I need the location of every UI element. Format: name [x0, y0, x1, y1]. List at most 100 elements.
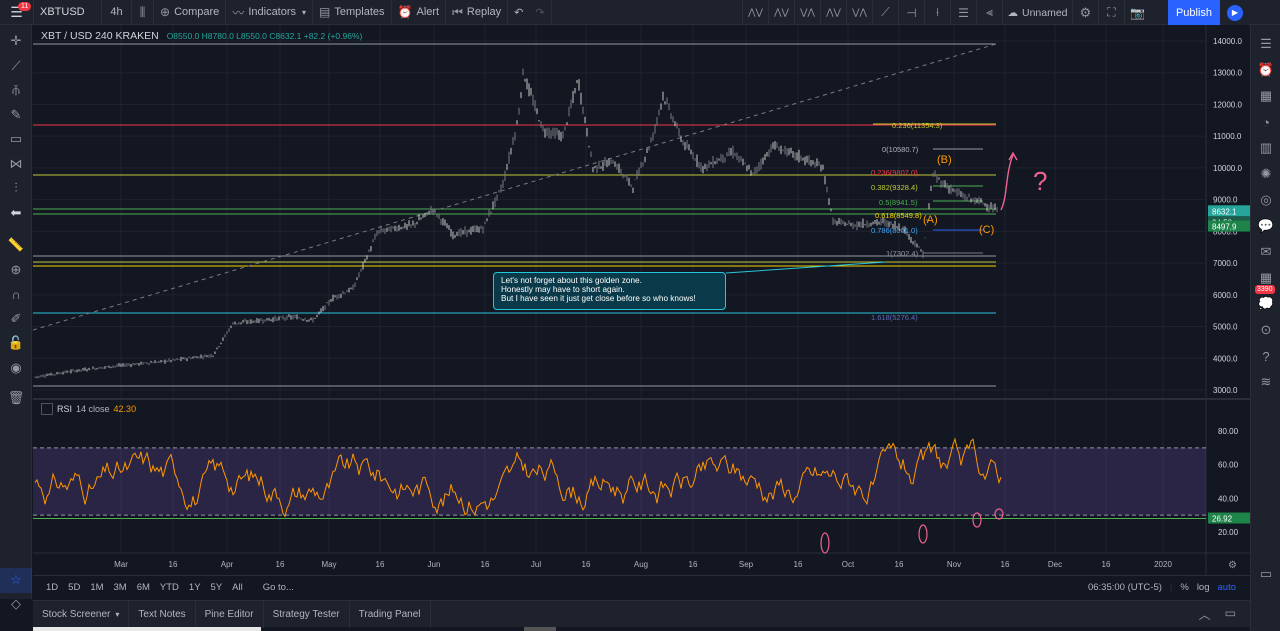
- magnet-icon[interactable]: ∩: [0, 282, 32, 307]
- collapse-pane-icon[interactable]: [41, 403, 53, 415]
- time-axis-label: 16: [169, 560, 178, 569]
- timeframe-5y[interactable]: 5Y: [206, 582, 228, 593]
- rsi-value-tag-text: 26.92: [1212, 515, 1233, 524]
- time-axis-label: 16: [1102, 560, 1111, 569]
- tab-strategy-tester[interactable]: Strategy Tester: [264, 600, 350, 628]
- publish-button[interactable]: Publish: [1168, 0, 1220, 25]
- text-note-callout[interactable]: Let's not forget about this golden zone.…: [493, 272, 726, 310]
- tab-trading-panel[interactable]: Trading Panel: [350, 600, 431, 628]
- notebook-icon[interactable]: ▭: [1251, 561, 1280, 587]
- redo-button[interactable]: ↷: [529, 0, 552, 25]
- help-icon[interactable]: ?: [1251, 343, 1280, 369]
- timeframe-1y[interactable]: 1Y: [184, 582, 206, 593]
- favorites-star-icon[interactable]: ☆: [0, 568, 32, 593]
- maximize-icon[interactable]: ▭: [1225, 606, 1236, 623]
- main-menu-button[interactable]: ☰ 11: [0, 0, 34, 25]
- brush-icon[interactable]: ✎: [0, 103, 32, 128]
- timeframe-1d[interactable]: 1D: [41, 582, 63, 593]
- fib-retracement-icon[interactable]: ☰: [950, 0, 976, 25]
- alert-button[interactable]: ⏰ Alert: [392, 0, 447, 25]
- alerts-clock-icon[interactable]: ⏰: [1251, 57, 1280, 83]
- chevron-up-icon[interactable]: ︿: [1199, 606, 1211, 623]
- timeframe-all[interactable]: All: [227, 582, 248, 593]
- watchlist-icon[interactable]: ☰: [1251, 31, 1280, 57]
- layers-icon[interactable]: ≋: [1251, 369, 1280, 395]
- calendar-icon[interactable]: ▥: [1251, 135, 1280, 161]
- trend-line-tool-icon[interactable]: ⟋: [0, 54, 32, 79]
- goto-button[interactable]: Go to...: [258, 582, 299, 593]
- horizontal-ray-icon[interactable]: ⊣: [898, 0, 924, 25]
- indicators-button[interactable]: 〰 Indicators ▾: [226, 0, 314, 25]
- percent-scale-toggle[interactable]: %: [1180, 582, 1188, 593]
- templates-button[interactable]: ▤ Templates: [313, 0, 392, 25]
- log-scale-toggle[interactable]: log: [1197, 582, 1210, 593]
- chevron-down-icon: ▾: [302, 7, 307, 17]
- wave-pattern-icon[interactable]: ⋁⋀: [794, 0, 820, 25]
- auto-scale-toggle[interactable]: auto: [1218, 582, 1237, 593]
- time-axis-label: 2020: [1154, 560, 1172, 569]
- tab-text-notes[interactable]: Text Notes: [129, 600, 196, 628]
- zoom-in-icon[interactable]: ⊕: [0, 258, 32, 283]
- horizontal-scrollbar[interactable]: [524, 627, 556, 631]
- crosshair-icon[interactable]: ✛: [0, 29, 32, 54]
- broadcast-icon[interactable]: ⊙: [1251, 317, 1280, 343]
- hotlist-icon[interactable]: ◔: [1251, 109, 1280, 135]
- camera-icon[interactable]: 📷: [1124, 0, 1150, 25]
- ruler-icon[interactable]: 📏: [0, 233, 32, 258]
- settings-gear-icon[interactable]: ⚙: [1072, 0, 1098, 25]
- pattern-tool-icon[interactable]: ⋈: [0, 152, 32, 177]
- symbol-search-button[interactable]: XBTUSD: [34, 0, 102, 25]
- timeframe-6m[interactable]: 6M: [132, 582, 155, 593]
- trash-icon[interactable]: 🗑: [0, 386, 32, 411]
- panel-controls: ︿ ▭: [1199, 606, 1250, 623]
- text-note-icon[interactable]: ▭: [0, 127, 32, 152]
- pitchfork-icon[interactable]: ⫚: [0, 78, 32, 103]
- templates-icon: ▤: [319, 5, 331, 19]
- time-axis-label: Nov: [947, 560, 961, 569]
- lock-drawing-icon[interactable]: ✐: [0, 307, 32, 332]
- chevron-down-icon: ▾: [115, 609, 120, 619]
- object-tree-icon[interactable]: ◇: [0, 592, 32, 617]
- trend-line-icon[interactable]: ⟋: [872, 0, 898, 25]
- timeframe-1m[interactable]: 1M: [85, 582, 108, 593]
- play-button[interactable]: ▶: [1222, 0, 1248, 25]
- compare-button[interactable]: ⊕ Compare: [154, 0, 227, 25]
- fullscreen-icon[interactable]: ⛶: [1098, 0, 1124, 25]
- tab-stock-screener[interactable]: Stock Screener ▾: [33, 600, 130, 628]
- clock-label: 06:35:00 (UTC-5): [1087, 581, 1162, 593]
- redo-icon: ↷: [535, 6, 545, 19]
- back-arrow-icon[interactable]: ⬅: [0, 201, 32, 226]
- tab-pine-editor[interactable]: Pine Editor: [196, 600, 264, 628]
- timeframe-5d[interactable]: 5D: [63, 582, 85, 593]
- ideas-icon[interactable]: ✺: [1251, 161, 1280, 187]
- chat-icon[interactable]: 💬: [1251, 213, 1280, 239]
- time-axis-label: Sep: [739, 560, 754, 569]
- time-axis-label: 16: [376, 560, 385, 569]
- drawing-favorites-bar: ⋀⋁ ⋀⋁ ⋁⋀ ⋀⋁ ⋁⋀ ⟋ ⊣ ⟊ ☰ ⫷ ☁ Unnamed ⚙ ⛶ 📷: [742, 0, 1150, 25]
- layout-button[interactable]: ☁ Unnamed: [1002, 0, 1072, 25]
- eye-icon[interactable]: ◉: [0, 356, 32, 381]
- lock-icon[interactable]: 🔓: [0, 331, 32, 356]
- replay-button[interactable]: ⏮ Replay: [446, 0, 509, 25]
- streams-icon[interactable]: ◎: [1251, 187, 1280, 213]
- timeframe-ytd[interactable]: YTD: [155, 582, 184, 593]
- xyz-pattern-icon[interactable]: ⋁⋀: [846, 0, 872, 25]
- cloud-icon: ☁: [1007, 6, 1018, 19]
- prediction-tool-icon[interactable]: ⫶: [0, 176, 32, 201]
- price-axis-label: 14000.0: [1213, 37, 1242, 46]
- xabcd-pattern-icon[interactable]: ⋀⋁: [742, 0, 768, 25]
- question-mark-annotation: ?: [1033, 166, 1047, 196]
- timeframe-3m[interactable]: 3M: [109, 582, 132, 593]
- triangle-pattern-icon[interactable]: ⋀⋁: [820, 0, 846, 25]
- chats-icon[interactable]: 💭: [1251, 291, 1280, 317]
- fib-extension-icon[interactable]: ⫷: [976, 0, 1002, 25]
- data-window-icon[interactable]: ▦: [1251, 83, 1280, 109]
- vertical-line-icon[interactable]: ⟊: [924, 0, 950, 25]
- fib-label-0236: 0.236(9807.0): [871, 168, 918, 177]
- undo-button[interactable]: ↶: [508, 0, 529, 25]
- abcd-pattern-icon[interactable]: ⋀⋁: [768, 0, 794, 25]
- chart-style-button[interactable]: ⫼: [132, 0, 154, 25]
- notifications-icon[interactable]: ✉: [1251, 239, 1280, 265]
- interval-button[interactable]: 4h: [102, 0, 132, 25]
- scale-controls: 06:35:00 (UTC-5) | % log auto: [1088, 582, 1250, 593]
